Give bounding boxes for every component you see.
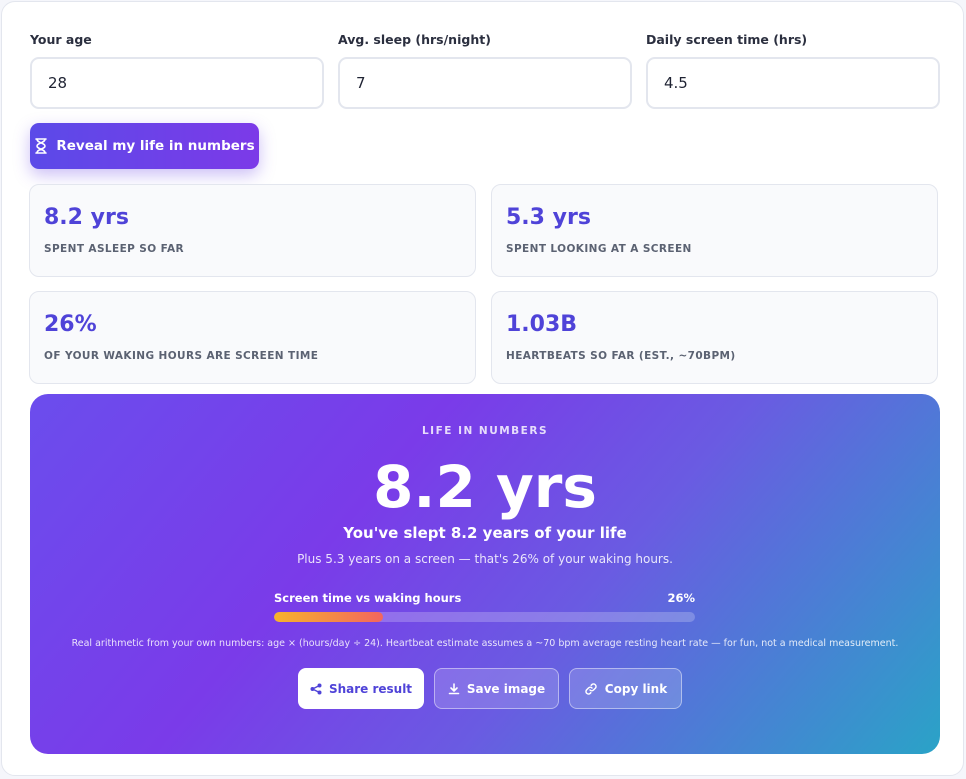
hero-headline: You've slept 8.2 years of your life (343, 524, 627, 542)
stat-label: HEARTBEATS SO FAR (EST., ~70BPM) (506, 350, 736, 362)
stat-value: 26% (44, 312, 97, 337)
progress-track (274, 612, 695, 622)
age-field: Your age 28 (30, 32, 324, 109)
screen-time-label: Daily screen time (hrs) (646, 32, 808, 47)
action-buttons: Share result Save image Copy link (30, 668, 940, 709)
reveal-button[interactable]: Reveal my life in numbers (30, 123, 259, 169)
share-icon (310, 683, 322, 695)
share-result-button[interactable]: Share result (298, 668, 424, 709)
stat-value: 8.2 yrs (44, 205, 129, 230)
stat-value: 5.3 yrs (506, 205, 591, 230)
screen-time-field: Daily screen time (hrs) 4.5 (646, 32, 940, 109)
stat-card-waking-percent: 26% OF YOUR WAKING HOURS ARE SCREEN TIME (29, 291, 476, 384)
hero-footnote: Real arithmetic from your own numbers: a… (71, 638, 899, 649)
sleep-field: Avg. sleep (hrs/night) 7 (338, 32, 632, 109)
stat-value: 1.03B (506, 312, 578, 337)
download-icon (448, 682, 460, 695)
share-result-label: Share result (328, 681, 413, 696)
reveal-button-label: Reveal my life in numbers (56, 138, 255, 154)
link-icon (584, 682, 598, 696)
age-label: Your age (30, 32, 92, 47)
calculator-card: Your age 28 Avg. sleep (hrs/night) 7 Dai… (1, 1, 964, 776)
hero-eyebrow: LIFE IN NUMBERS (421, 425, 549, 437)
progress-label: Screen time vs waking hours (274, 591, 462, 605)
progress-fill (274, 612, 384, 622)
screen-time-progress: Screen time vs waking hours 26% (274, 591, 695, 622)
screen-time-input[interactable]: 4.5 (646, 57, 940, 109)
stat-card-screen: 5.3 yrs SPENT LOOKING AT A SCREEN (491, 184, 938, 277)
hero-big-value: 8.2 yrs (373, 453, 597, 521)
sleep-label: Avg. sleep (hrs/night) (338, 32, 491, 47)
hero-subline: Plus 5.3 years on a screen — that's 26% … (297, 552, 673, 566)
sleep-input[interactable]: 7 (338, 57, 632, 109)
copy-link-button[interactable]: Copy link (569, 668, 682, 709)
stat-label: SPENT ASLEEP SO FAR (44, 243, 185, 255)
stat-label: SPENT LOOKING AT A SCREEN (506, 243, 692, 255)
save-image-label: Save image (466, 681, 546, 696)
save-image-button[interactable]: Save image (434, 668, 559, 709)
hourglass-icon (34, 138, 48, 154)
age-input[interactable]: 28 (30, 57, 324, 109)
progress-value: 26% (667, 591, 695, 605)
result-hero-panel: LIFE IN NUMBERS 8.2 yrs You've slept 8.2… (30, 394, 940, 754)
copy-link-label: Copy link (604, 681, 668, 696)
stat-label: OF YOUR WAKING HOURS ARE SCREEN TIME (44, 350, 319, 362)
stat-card-heartbeats: 1.03B HEARTBEATS SO FAR (EST., ~70BPM) (491, 291, 938, 384)
stat-card-asleep: 8.2 yrs SPENT ASLEEP SO FAR (29, 184, 476, 277)
